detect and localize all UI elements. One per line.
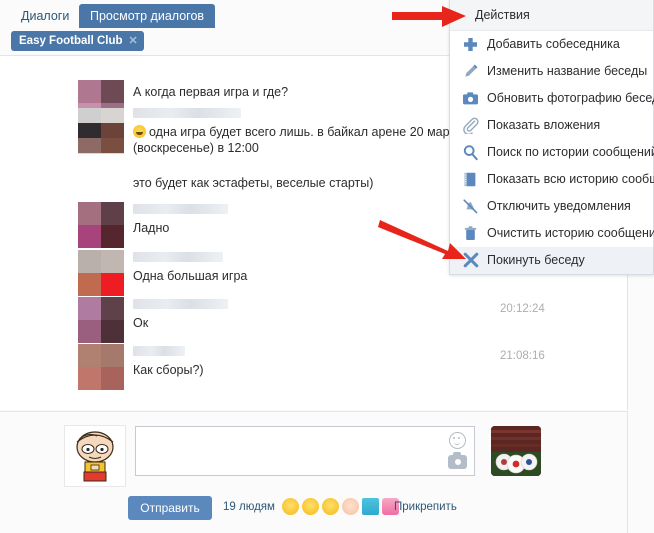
camera-icon: [462, 90, 479, 107]
message-timestamp: 21:08:16: [500, 350, 545, 362]
menu-item-clear-history[interactable]: Очистить историю сообщений: [450, 220, 654, 247]
menu-item-update-photo[interactable]: Обновить фотографию беседы: [450, 85, 654, 112]
menu-item-add-participant[interactable]: Добавить собеседника: [450, 31, 653, 58]
smiley-icon[interactable]: [449, 432, 466, 449]
winking-tongue-emoji[interactable]: [302, 498, 319, 515]
menu-item-mute-notifications[interactable]: Отключить уведомления: [450, 193, 653, 220]
sender-name-blurred: [133, 346, 185, 356]
message-body: А когда первая игра и где?: [133, 84, 463, 100]
sender-name-blurred: [133, 252, 223, 262]
message-input[interactable]: [135, 426, 475, 476]
attached-photo-thumbnail[interactable]: [491, 426, 541, 476]
recipients-count: 19 людям: [223, 501, 275, 513]
camera-icon[interactable]: [448, 452, 467, 469]
tab-dialogi[interactable]: Диалоги: [10, 4, 80, 28]
clapping-hands-emoji[interactable]: [342, 498, 359, 515]
avatar[interactable]: [78, 108, 124, 154]
sender-name-blurred: [133, 204, 228, 214]
message-text: Одна большая игра: [133, 269, 248, 283]
message-body: это будет как эстафеты, веселые старты): [133, 175, 463, 191]
menu-item-label: Отключить уведомления: [487, 199, 631, 213]
menu-item-search-history[interactable]: Поиск по истории сообщений: [450, 139, 654, 166]
message-text: это будет как эстафеты, веселые старты): [133, 176, 374, 190]
laughing-squint-emoji[interactable]: [322, 498, 339, 515]
menu-item-label: Показать вложения: [487, 118, 601, 132]
avatar[interactable]: [78, 250, 124, 296]
menu-item-show-all-history[interactable]: Показать всю историю сообщений: [450, 166, 654, 193]
close-icon[interactable]: ✕: [129, 31, 138, 51]
kazakhstan-flag-emoji[interactable]: [362, 498, 379, 515]
message-body: одна игра будет всего лишь. в байкал аре…: [133, 108, 463, 156]
menu-item-label: Поиск по истории сообщений: [487, 145, 654, 159]
relieved-face-emoji[interactable]: [282, 498, 299, 515]
message-text: одна игра будет всего лишь. в байкал аре…: [133, 124, 463, 156]
emoji-quick-row: [282, 498, 399, 515]
message-body: Как сборы?): [133, 346, 463, 378]
message-body: Ок: [133, 299, 463, 331]
avatar[interactable]: [78, 297, 124, 343]
menu-item-label: Добавить собеседника: [487, 37, 620, 51]
user-avatar: [64, 425, 126, 487]
avatar[interactable]: [78, 344, 124, 390]
chat-filter-chip-label: Easy Football Club: [19, 35, 123, 47]
tab-prosmotr-dialogov[interactable]: Просмотр диалогов: [79, 4, 216, 28]
message-text: Как сборы?): [133, 363, 204, 377]
attach-link[interactable]: Прикрепить: [394, 501, 457, 513]
chat-filter-chip[interactable]: Easy Football Club ✕: [11, 31, 144, 51]
arrow-pointing-to-actions-header: [392, 6, 466, 27]
menu-item-label: Покинуть беседу: [487, 253, 585, 267]
message-text: А когда первая игра и где?: [133, 85, 289, 99]
actions-dropdown-menu: Действия Добавить собеседника Изменить н…: [449, 0, 654, 275]
send-button[interactable]: Отправить: [128, 496, 212, 520]
grinning-emoji: [133, 125, 146, 138]
sender-name-blurred: [133, 299, 228, 309]
thumbnail-image: [491, 426, 541, 476]
message-timestamp: 20:12:24: [500, 303, 545, 315]
menu-item-leave-chat[interactable]: Покинуть беседу: [450, 247, 653, 274]
avatar[interactable]: [78, 202, 124, 248]
bell-muted-icon: [462, 198, 479, 215]
search-icon: [462, 144, 479, 161]
compose-area: Отправить 19 людям Прикрепить: [0, 411, 628, 533]
message-text-content: одна игра будет всего лишь. в байкал аре…: [133, 125, 462, 155]
message-text: Ок: [133, 316, 149, 330]
menu-item-show-attachments[interactable]: Показать вложения: [450, 112, 653, 139]
menu-header: Действия: [450, 0, 653, 31]
sender-name-blurred: [133, 108, 241, 118]
menu-item-rename-chat[interactable]: Изменить название беседы: [450, 58, 653, 85]
pencil-icon: [462, 63, 479, 80]
arrow-pointing-to-leave-chat: [378, 220, 466, 259]
book-icon: [462, 171, 479, 188]
menu-item-label: Очистить историю сообщений: [487, 226, 654, 240]
vk-messages-screen: Диалоги Просмотр диалогов Easy Football …: [0, 0, 654, 533]
menu-item-label: Изменить название беседы: [487, 64, 648, 78]
user-avatar-image: [76, 431, 114, 482]
plus-icon: [462, 36, 479, 53]
paperclip-icon: [462, 117, 479, 134]
menu-item-label: Показать всю историю сообщений: [487, 172, 654, 186]
menu-item-label: Обновить фотографию беседы: [487, 91, 654, 105]
